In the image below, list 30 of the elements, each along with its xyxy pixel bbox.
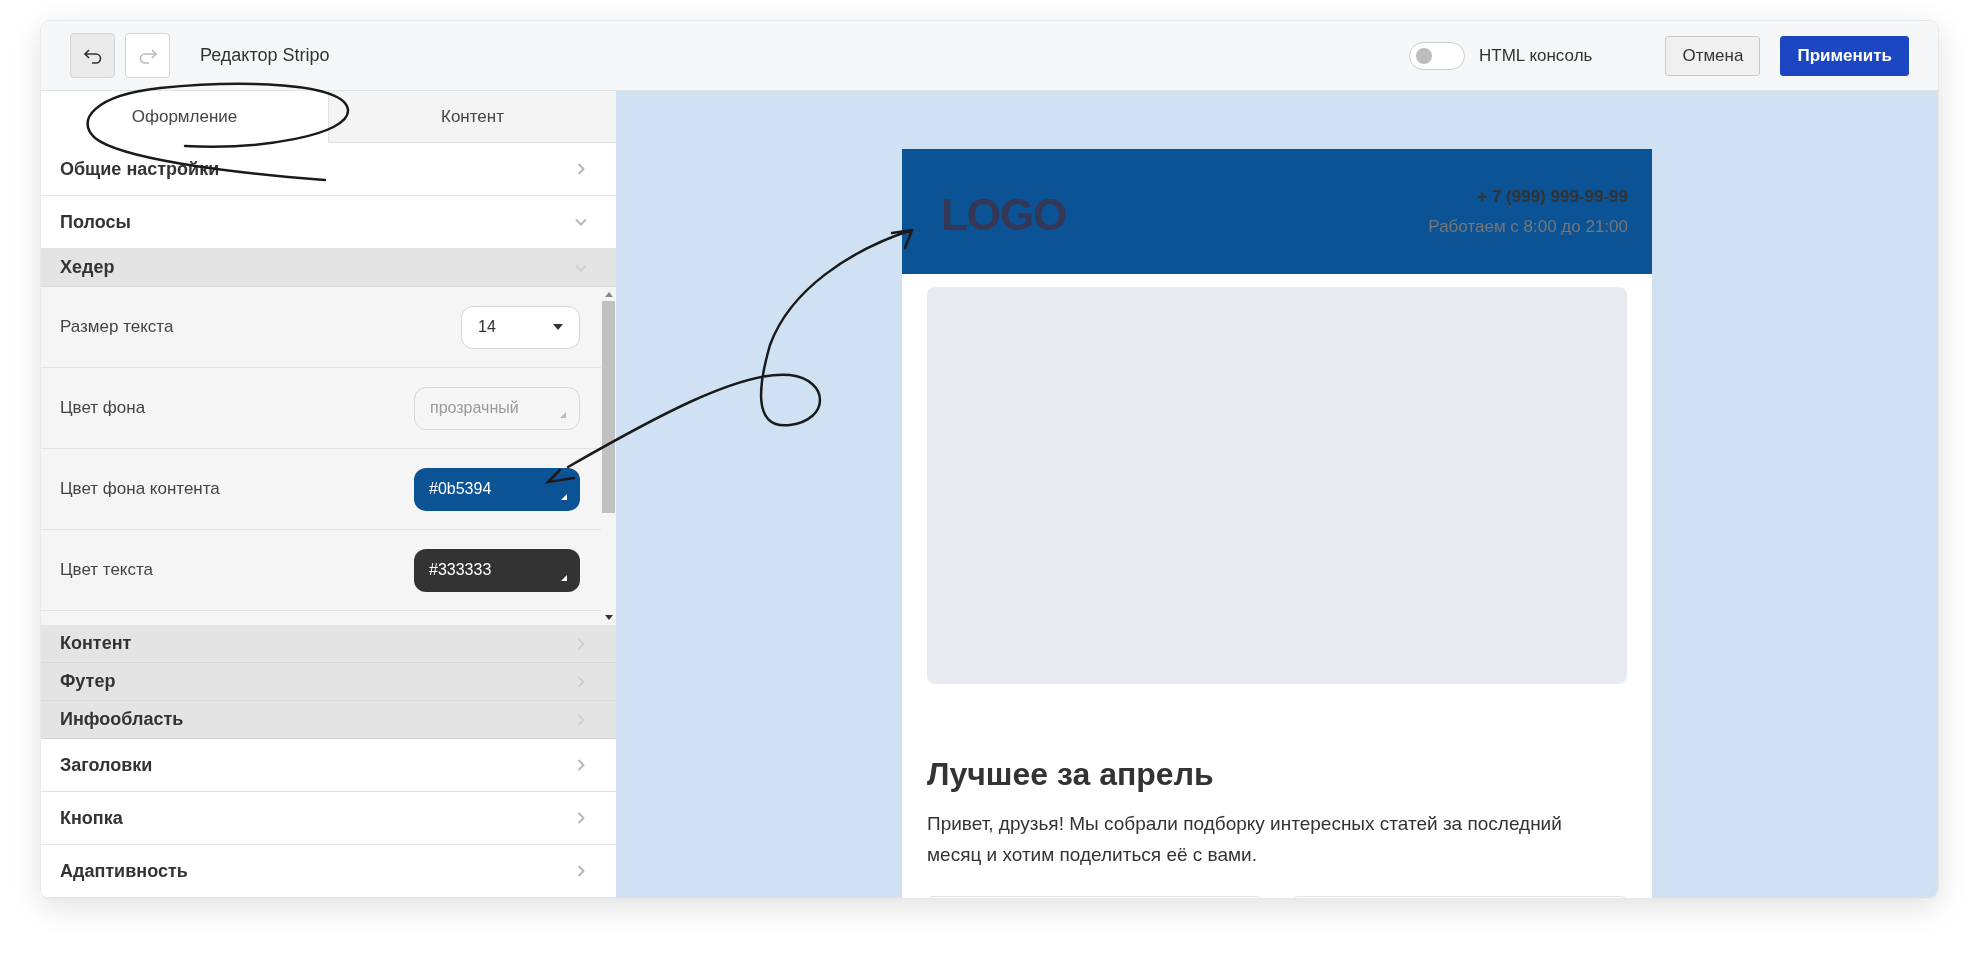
undo-button[interactable] — [70, 33, 115, 78]
email-heading: Лучшее за апрель — [927, 755, 1215, 794]
working-hours: Работаем с 8:00 до 21:00 — [1428, 215, 1628, 238]
email-paragraph: Привет, друзья! Мы собрали подборку интересных статей за последний месяц и хотим поделиться её с вами. — [927, 812, 1563, 867]
subsection-header[interactable]: Контент — [41, 625, 616, 663]
font-size-select[interactable]: 14 — [461, 305, 580, 349]
resize-corner-icon — [560, 411, 566, 418]
logo: LOGO — [941, 188, 1067, 241]
scrollbar[interactable] — [601, 287, 616, 625]
subsection-header[interactable]: Инфообласть — [41, 701, 616, 739]
editor-title: Редактор Stripo — [200, 44, 330, 67]
color-field[interactable]: #0b5394 — [414, 467, 580, 511]
phone-number: + 7 (999) 999-99-99 — [1477, 186, 1628, 208]
html-console-label: HTML консоль — [1479, 44, 1593, 67]
resize-corner-icon — [561, 574, 567, 581]
apply-button[interactable]: Применить — [1780, 35, 1909, 76]
color-field[interactable]: #333333 — [414, 548, 580, 592]
html-console-toggle[interactable] — [1409, 41, 1465, 70]
cancel-button[interactable]: Отмена — [1665, 35, 1761, 76]
setting-label: Цвет текста — [60, 559, 154, 582]
setting-label: Цвет фона — [60, 397, 146, 420]
resize-corner-icon — [561, 493, 567, 500]
tab[interactable]: Контент — [328, 91, 616, 143]
subsection-header[interactable]: Футер — [41, 663, 616, 701]
redo-icon — [138, 47, 157, 64]
subsection-header[interactable]: Хедер — [41, 249, 616, 287]
setting-label: Размер текста — [60, 316, 174, 339]
setting-label: Цвет фона контента — [60, 478, 220, 501]
undo-icon — [83, 47, 102, 64]
caret-icon — [553, 324, 563, 330]
